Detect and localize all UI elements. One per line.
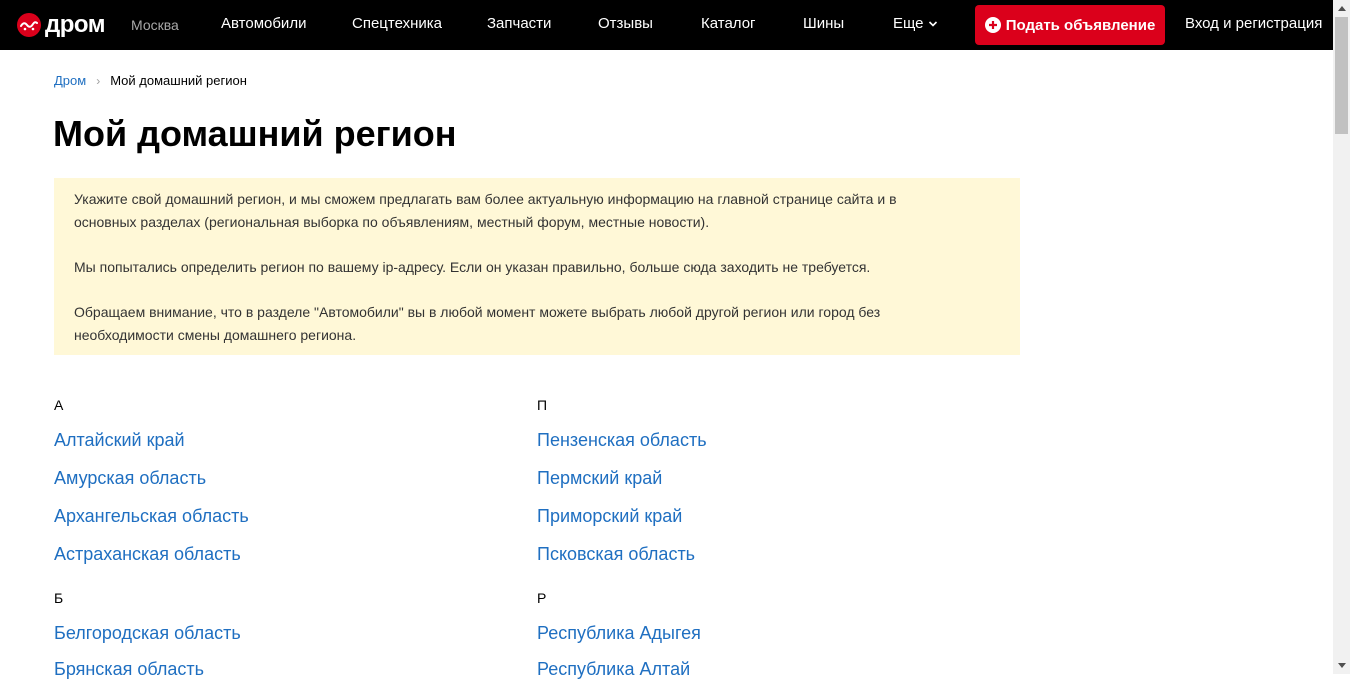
nav-special-equipment[interactable]: Спецтехника [352, 15, 442, 33]
region-link[interactable]: Белгородская область [54, 622, 241, 644]
nav-more-label: Еще [893, 15, 924, 32]
letter-heading: Р [537, 590, 547, 606]
region-link[interactable]: Республика Алтай [537, 658, 690, 680]
info-notice: Укажите свой домашний регион, и мы сможе… [54, 178, 1020, 355]
letter-heading: А [54, 397, 64, 413]
post-ad-label: Подать объявление [1005, 16, 1156, 34]
page-title: Мой домашний регион [53, 113, 457, 154]
nav-parts[interactable]: Запчасти [487, 15, 551, 33]
top-navigation-bar: дром Москва Автомобили Спецтехника Запча… [0, 0, 1333, 50]
scroll-down-arrow-icon[interactable] [1333, 657, 1350, 674]
breadcrumb-separator-icon: › [96, 74, 101, 88]
city-selector[interactable]: Москва [131, 16, 179, 34]
region-link[interactable]: Пермский край [537, 467, 662, 489]
breadcrumb-home-link[interactable]: Дром [54, 73, 86, 88]
region-link[interactable]: Республика Адыгея [537, 622, 701, 644]
region-link[interactable]: Архангельская область [54, 505, 249, 527]
nav-cars[interactable]: Автомобили [221, 15, 306, 33]
nav-more[interactable]: Еще [893, 15, 938, 33]
plus-circle-icon [984, 17, 1001, 33]
notice-paragraph: Укажите свой домашний регион, и мы сможе… [74, 191, 897, 230]
region-link[interactable]: Алтайский край [54, 429, 185, 451]
drom-logo[interactable]: дром [17, 10, 106, 40]
region-link[interactable]: Астраханская область [54, 543, 241, 565]
scrollbar-thumb[interactable] [1335, 17, 1348, 134]
notice-paragraph: Мы попытались определить регион по вашем… [74, 259, 871, 275]
logo-text: дром [45, 11, 106, 38]
scroll-up-arrow-icon[interactable] [1333, 0, 1350, 17]
vertical-scrollbar[interactable] [1333, 0, 1350, 674]
breadcrumb: Дром › Мой домашний регион [54, 73, 247, 89]
nav-tires[interactable]: Шины [803, 15, 844, 33]
nav-reviews[interactable]: Отзывы [598, 15, 653, 33]
chevron-down-icon [928, 15, 938, 33]
notice-paragraph: Обращаем внимание, что в разделе "Автомо… [74, 304, 881, 343]
post-ad-button[interactable]: Подать объявление [975, 5, 1165, 45]
breadcrumb-current: Мой домашний регион [110, 73, 247, 88]
region-link[interactable]: Приморский край [537, 505, 682, 527]
login-register-link[interactable]: Вход и регистрация [1185, 15, 1322, 33]
nav-catalog[interactable]: Каталог [701, 15, 756, 33]
letter-heading: П [537, 397, 548, 413]
region-link[interactable]: Пензенская область [537, 429, 707, 451]
region-link[interactable]: Брянская область [54, 658, 204, 680]
region-link[interactable]: Амурская область [54, 467, 206, 489]
region-link[interactable]: Псковская область [537, 543, 695, 565]
drom-logo-icon [17, 13, 41, 37]
letter-heading: Б [54, 590, 64, 606]
